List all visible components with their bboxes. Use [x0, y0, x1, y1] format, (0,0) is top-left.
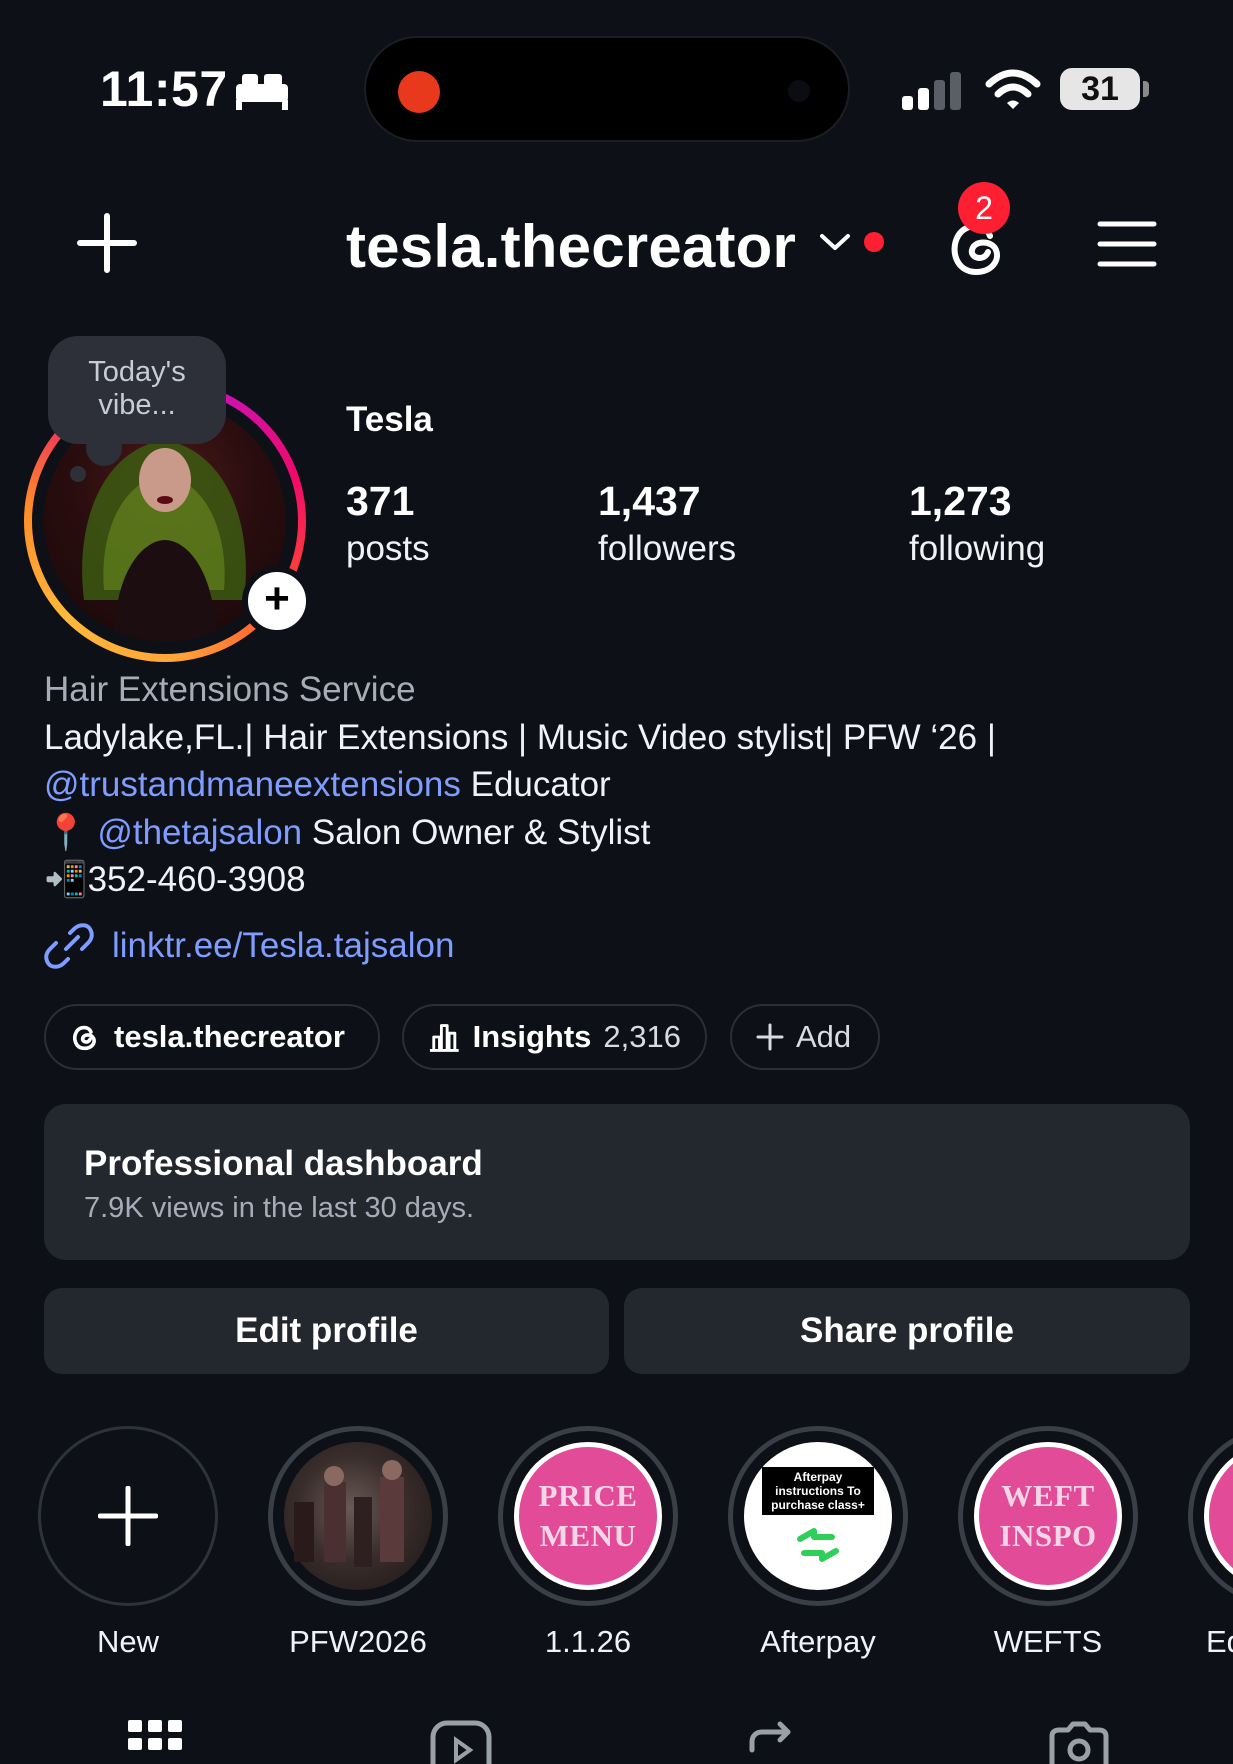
highlight-cover	[268, 1426, 448, 1606]
highlight-item[interactable]: WEFT INSPO WEFTS	[958, 1426, 1138, 1660]
cover-text: WEFT INSPO	[999, 1478, 1097, 1553]
sleep-focus-icon	[236, 74, 288, 110]
mention-link[interactable]: @thetajsalon	[97, 813, 302, 852]
highlight-label: Afterpay	[760, 1624, 876, 1659]
reels-tab-icon[interactable]	[430, 1720, 492, 1764]
threads-notification-badge: 2	[958, 182, 1010, 234]
bio-line: Ladylake,FL.| Hair Extensions | Music Vi…	[44, 717, 996, 757]
battery-indicator: 31	[1060, 68, 1149, 110]
chip-label: Insights	[472, 1019, 592, 1054]
highlight-label: WEFTS	[993, 1624, 1103, 1659]
stat-followers[interactable]: 1,437 followers	[598, 478, 736, 569]
share-profile-button[interactable]: Share profile	[624, 1288, 1190, 1374]
add-story-button[interactable]: +	[242, 566, 312, 636]
edit-profile-button[interactable]: Edit profile	[44, 1288, 609, 1374]
dashboard-subtitle: 7.9K views in the last 30 days.	[84, 1192, 475, 1224]
highlight-label: 1.1.26	[544, 1624, 632, 1659]
display-name: Tesla	[346, 400, 433, 439]
cover-text: Afterpay instructions To purchase class+	[762, 1467, 874, 1515]
bio-line: @trustandmaneextensions Educator	[44, 765, 611, 804]
camera-dot	[788, 80, 810, 102]
professional-dashboard-card[interactable]: Professional dashboard 7.9K views in the…	[44, 1104, 1190, 1260]
highlight-item[interactable]: PFW2026	[268, 1426, 448, 1660]
profile-header: tesla.thecreator 2	[0, 180, 1233, 310]
insights-count: 2,316	[603, 1019, 681, 1054]
grid-tab-icon[interactable]	[128, 1720, 182, 1764]
link-text[interactable]: linktr.ee/Tesla.tajsalon	[112, 926, 454, 966]
highlight-photo	[284, 1442, 432, 1590]
chip-label: tesla.thecreator	[114, 1019, 345, 1054]
insights-chip[interactable]: Insights 2,316	[402, 1004, 707, 1070]
plus-icon	[98, 1486, 158, 1546]
recording-indicator	[398, 71, 440, 113]
pin-emoji: 📍	[44, 812, 88, 852]
account-notification-dot	[864, 232, 884, 252]
weft-inspo-cover: WEFT INSPO	[974, 1442, 1122, 1590]
plus-icon	[756, 1023, 784, 1051]
highlight-label: Ed	[1206, 1624, 1233, 1659]
chip-label: Add	[796, 1019, 852, 1054]
stat-value: 1,273	[909, 478, 1012, 524]
highlight-item[interactable]: Afterpay instructions To purchase class+…	[728, 1426, 908, 1660]
afterpay-logo-icon	[797, 1528, 839, 1562]
chevron-down-icon[interactable]	[818, 230, 852, 254]
stat-label: posts	[346, 529, 430, 568]
highlight-cover: WEFT INSPO	[958, 1426, 1138, 1606]
bio-link[interactable]: linktr.ee/Tesla.tajsalon	[44, 916, 454, 976]
price-menu-cover: PRICE MENU	[514, 1442, 662, 1590]
highlight-cover: Afterpay instructions To purchase class+	[728, 1426, 908, 1606]
highlight-item-partial[interactable]: Ed	[1188, 1426, 1233, 1660]
threads-icon	[73, 1025, 96, 1051]
tagged-tab-icon[interactable]	[1048, 1720, 1110, 1764]
link-icon	[44, 923, 94, 969]
bio-category: Hair Extensions Service	[44, 670, 416, 709]
note-bubble[interactable]: Today's vibe...	[48, 336, 226, 482]
hamburger-menu-icon[interactable]	[1096, 216, 1158, 272]
stat-label: followers	[598, 529, 737, 568]
mention-link[interactable]: @trustandmaneextensions	[44, 765, 461, 804]
status-time: 11:57	[100, 61, 228, 117]
stat-value: 371	[346, 478, 415, 524]
account-username[interactable]: tesla.thecreator	[346, 212, 796, 281]
highlight-label: PFW2026	[289, 1624, 427, 1659]
highlight-cover	[1188, 1426, 1233, 1606]
new-highlight-circle	[38, 1426, 218, 1606]
stat-posts[interactable]: 371 posts	[346, 478, 430, 569]
stat-label: following	[909, 529, 1046, 568]
insights-icon	[429, 1024, 459, 1052]
bio: Hair Extensions Service Ladylake,FL.| Ha…	[44, 666, 1204, 904]
wifi-icon	[985, 69, 1041, 109]
add-chip[interactable]: Add	[730, 1004, 880, 1070]
dashboard-title: Professional dashboard	[84, 1144, 483, 1183]
highlight-cover: PRICE MENU	[498, 1426, 678, 1606]
cellular-signal-icon	[902, 72, 961, 110]
highlight-label: New	[96, 1624, 159, 1659]
afterpay-cover: Afterpay instructions To purchase class+	[744, 1442, 892, 1590]
bio-line: 📲352-460-3908	[44, 856, 1204, 904]
cover-text: PRICE MENU	[538, 1478, 638, 1553]
status-bar: 11:57 31	[0, 0, 1233, 150]
reposts-tab-icon[interactable]	[744, 1720, 800, 1764]
highlight-item[interactable]: PRICE MENU 1.1.26	[498, 1426, 678, 1660]
phone-emoji: 📲	[44, 860, 88, 899]
threads-profile-chip[interactable]: tesla.thecreator	[44, 1004, 380, 1070]
create-plus-icon[interactable]	[74, 210, 140, 276]
phone-number[interactable]: 352-460-3908	[88, 860, 306, 899]
highlight-new[interactable]: New	[38, 1426, 218, 1660]
stat-following[interactable]: 1,273 following	[909, 478, 1045, 569]
stat-value: 1,437	[598, 478, 701, 524]
crowd-photo	[294, 1460, 404, 1567]
dynamic-island	[364, 36, 850, 142]
content-tabs	[0, 1720, 1233, 1764]
bio-line: 📍 @thetajsalon Salon Owner & Stylist	[44, 812, 651, 852]
